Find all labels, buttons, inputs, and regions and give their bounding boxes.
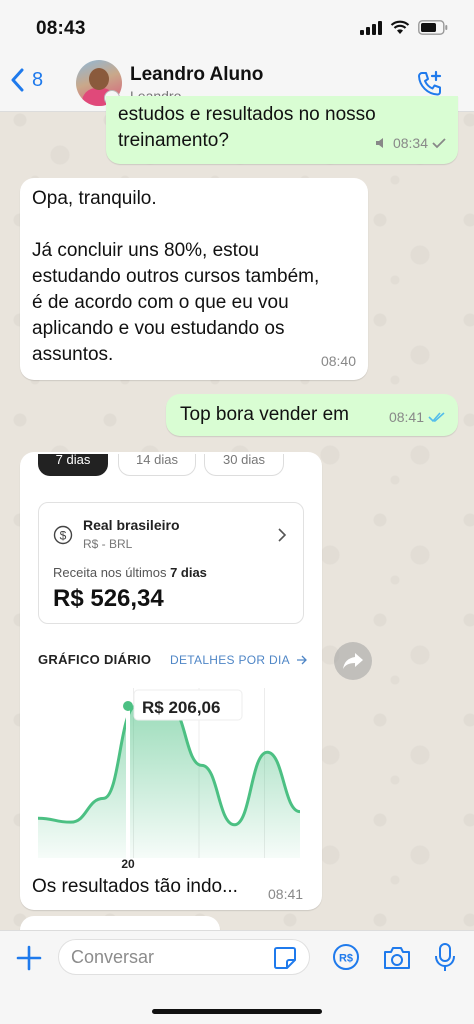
highlight-point [123,701,133,711]
daily-chart: R$ 206,06 20 [38,688,301,868]
currency-card: $ Real brasileiro R$ - BRL Receita nos ú… [38,502,304,624]
sticker-icon[interactable] [272,945,298,971]
arrow-right-icon [296,655,307,665]
message-bubble-incoming[interactable]: Opa, tranquilo. Já concluir uns 80%, est… [20,178,368,380]
home-indicator [152,1009,322,1014]
tooltip-value: R$ 206,06 [142,698,220,717]
chart-area [38,706,300,858]
x-tick-label: 20 [121,857,135,868]
tab-7-days: 7 dias [38,453,108,476]
composer-bar: R$ [0,930,474,1024]
message-text: Opa, tranquilo. Já concluir uns 80%, est… [32,188,320,365]
details-link: DETALHES POR DIA [170,653,308,667]
svg-text:$: $ [60,529,67,543]
message-time: 08:41 [388,409,424,425]
chart-title: GRÁFICO DIÁRIO [38,652,152,667]
chevron-left-icon [11,68,24,92]
tab-14-days: 14 dias [118,453,196,476]
battery-icon [418,20,448,35]
message-time: 08:34 [392,135,428,151]
highlight-marker [126,688,130,868]
audio-icon [375,138,383,148]
message-text: Os resultados tão indo... [32,876,238,897]
back-button[interactable]: 8 [10,68,43,92]
svg-text:R$: R$ [339,953,353,965]
revenue-value: R$ 526,34 [53,585,164,612]
double-check-icon [428,412,445,423]
single-check-icon [432,138,446,149]
forward-arrow-icon [343,653,363,669]
wifi-icon [390,20,410,34]
forward-button[interactable] [334,642,372,680]
status-bar: 08:43 [0,0,474,56]
payment-icon[interactable]: R$ [332,943,360,971]
message-time: 08:40 [320,353,356,369]
signal-icon [360,20,382,35]
dollar-coin-icon: $ [53,525,73,545]
currency-name: Real brasileiro [83,517,180,533]
message-bubble-outgoing[interactable]: Top bora vender em 08:41 [166,394,458,436]
microphone-icon[interactable] [434,943,456,973]
message-time: 08:41 [268,886,304,902]
message-bubble-outgoing[interactable]: estudos e resultados no nosso treinament… [106,96,458,164]
message-text: Top bora vender em [180,404,349,425]
phone-plus-icon [418,70,442,96]
plus-icon[interactable] [16,945,42,971]
camera-icon[interactable] [382,945,412,971]
chevron-right-icon [278,528,287,542]
revenue-label: Receita nos últimos 7 dias [53,565,207,580]
unread-count: 8 [32,68,44,91]
currency-code: R$ - BRL [83,537,133,551]
tab-30-days: 30 dias [204,453,284,476]
status-time: 08:43 [36,18,86,39]
contact-name[interactable]: Leandro Aluno [130,64,263,86]
